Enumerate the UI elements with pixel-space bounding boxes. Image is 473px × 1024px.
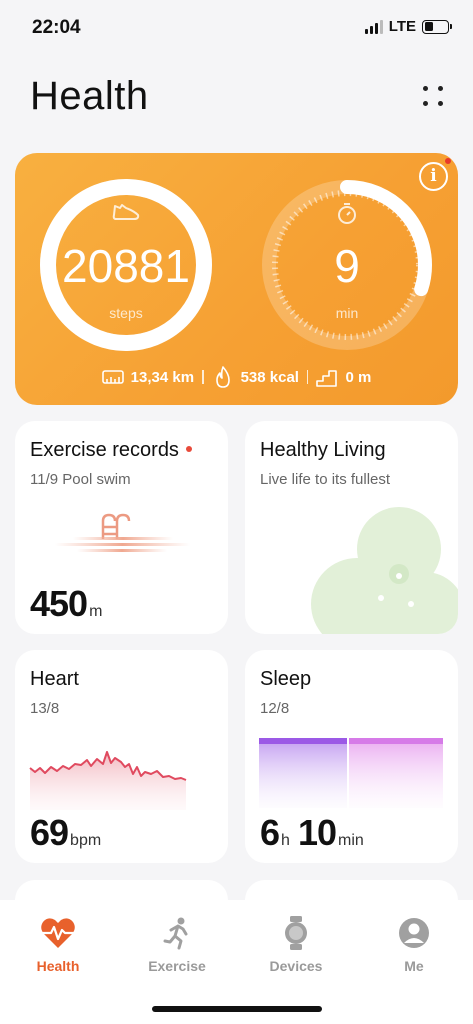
- info-icon[interactable]: i: [419, 162, 448, 191]
- status-time: 22:04: [32, 17, 81, 38]
- pool-icon: [55, 513, 190, 552]
- card-subtitle: 11/9 Pool swim: [30, 471, 131, 488]
- calories-stat: 538 kcal: [212, 365, 299, 389]
- card-subtitle: Live life to its fullest: [260, 471, 391, 488]
- healthy-living-card[interactable]: Healthy Living Live life to its fullest: [245, 421, 458, 634]
- flame-icon: [215, 366, 230, 388]
- card-subtitle: 12/8: [260, 700, 290, 717]
- steps-value: 20881: [62, 240, 190, 292]
- exercise-minutes-unit: min: [335, 305, 359, 321]
- notification-dot: [445, 158, 451, 164]
- battery-icon: [422, 19, 452, 34]
- heart-rate-card[interactable]: Heart 13/8 69 bpm: [15, 650, 228, 863]
- stopwatch-icon: [338, 203, 356, 224]
- swim-distance: 450 m: [30, 583, 103, 624]
- new-record-dot: [185, 445, 192, 452]
- heart-pulse-icon: [41, 918, 75, 948]
- calories-value: 538 kcal: [240, 368, 299, 386]
- more-menu-button[interactable]: [423, 86, 445, 108]
- steps-unit: steps: [109, 305, 143, 321]
- card-title: Heart: [30, 668, 79, 690]
- floors-stat: 0 m: [316, 367, 371, 387]
- running-icon: [163, 917, 188, 950]
- heart-rate-graph: [29, 751, 187, 810]
- activity-stats: 13,34 km 538 kcal 0 m: [15, 365, 458, 389]
- nav-item-devices[interactable]: Devices: [246, 916, 346, 974]
- distance-stat: 13,34 km: [101, 368, 195, 386]
- sleep-duration: 6 h 10 min: [260, 812, 364, 853]
- nav-item-me[interactable]: Me: [364, 916, 464, 974]
- avatar-icon: [399, 918, 429, 948]
- stairs-icon: [316, 370, 338, 387]
- nav-item-health[interactable]: Health: [8, 916, 108, 974]
- sleep-graph: [259, 738, 443, 808]
- ruler-icon: [101, 370, 124, 384]
- clover-illustration: [311, 507, 458, 634]
- exercise-records-card[interactable]: Exercise records 11/9 Pool swim 450 m: [15, 421, 228, 634]
- watch-icon: [285, 916, 307, 950]
- card-title: Exercise records: [30, 439, 192, 462]
- page-title: Health: [30, 74, 149, 118]
- floors-value: 0 m: [345, 368, 372, 386]
- divider: [202, 370, 204, 384]
- home-indicator: [152, 1006, 322, 1012]
- heart-rate-value: 69 bpm: [30, 812, 102, 853]
- distance-value: 13,34 km: [130, 368, 195, 386]
- shoe-icon: [112, 204, 140, 220]
- status-indicators: LTE: [364, 18, 452, 35]
- activity-summary-card[interactable]: i 20881 steps 9 min 13,34 km 538 kcal 0 …: [15, 153, 458, 405]
- card-title: Sleep: [260, 668, 312, 690]
- sleep-card[interactable]: Sleep 12/8 6 h 10 min: [245, 650, 458, 863]
- nav-item-exercise[interactable]: Exercise: [127, 916, 227, 974]
- status-bar: 22:04 LTE: [0, 0, 473, 58]
- divider: [306, 370, 309, 384]
- card-subtitle: 13/8: [30, 700, 60, 717]
- exercise-minutes-value: 9: [334, 240, 360, 292]
- card-title: Healthy Living: [260, 439, 386, 461]
- network-type: LTE: [388, 18, 416, 35]
- signal-icon: [364, 19, 383, 34]
